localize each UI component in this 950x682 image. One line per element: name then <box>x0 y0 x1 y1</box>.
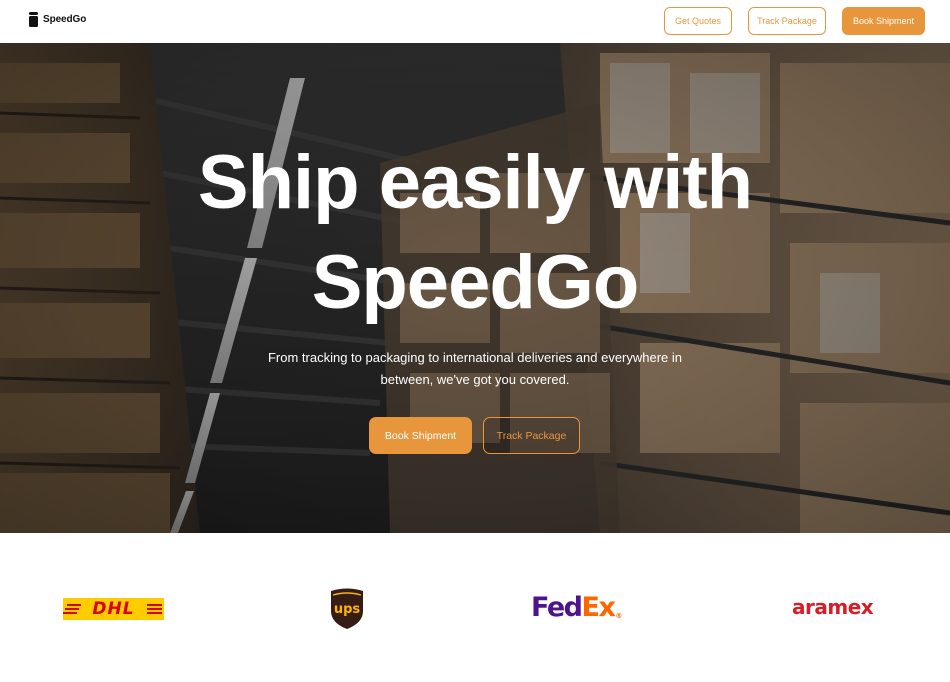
aramex-logo: aramex <box>792 595 874 619</box>
track-package-hero-button[interactable]: Track Package <box>483 417 580 454</box>
brand-logo[interactable]: SpeedGo <box>29 11 86 27</box>
top-nav: SpeedGo Get Quotes Track Package Book Sh… <box>0 0 950 43</box>
fedex-logo-registered: ® <box>615 612 623 620</box>
book-shipment-nav-button[interactable]: Book Shipment <box>842 7 925 35</box>
fedex-logo-fed: Fed <box>531 592 583 623</box>
speedgo-logo-icon <box>29 11 38 27</box>
dhl-logo: DHL <box>63 598 164 620</box>
hero-title-line2: SpeedGo <box>311 240 640 325</box>
partner-logos: DHL ups FedEx® aramex <box>0 533 950 682</box>
hero-title: Ship easily with SpeedGo <box>0 133 950 333</box>
get-quotes-button[interactable]: Get Quotes <box>664 7 732 35</box>
hero-subtitle-line1: From tracking to packaging to internatio… <box>267 350 683 365</box>
ups-logo-text: ups <box>334 602 361 617</box>
ups-logo: ups <box>331 588 363 629</box>
fedex-logo: FedEx® <box>531 591 622 633</box>
track-package-nav-button[interactable]: Track Package <box>748 7 826 35</box>
book-shipment-hero-button[interactable]: Book Shipment <box>369 417 472 454</box>
hero-section: Ship easily with SpeedGo From tracking t… <box>0 43 950 533</box>
brand-name: SpeedGo <box>43 13 87 25</box>
hero-subtitle: From tracking to packaging to internatio… <box>255 347 695 391</box>
dhl-logo-text: DHL <box>92 599 135 619</box>
fedex-logo-ex: Ex <box>581 592 616 623</box>
hero-subtitle-line2: between, we've got you covered. <box>380 372 570 387</box>
hero-title-line1: Ship easily with <box>197 140 753 225</box>
